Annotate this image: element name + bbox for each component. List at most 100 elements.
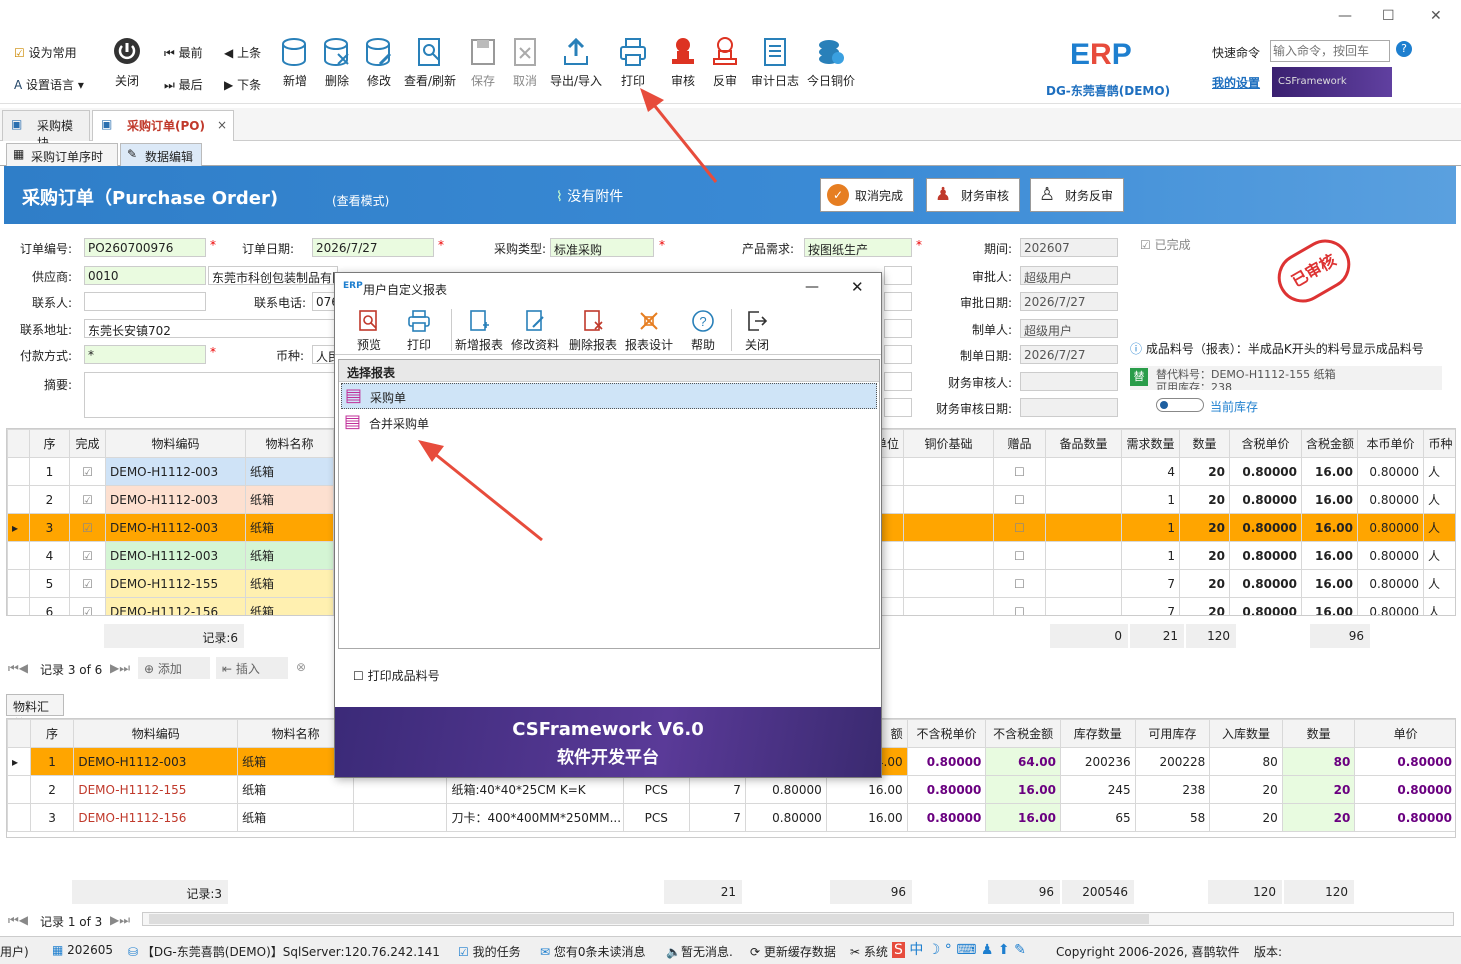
table-cell[interactable]: DEMO-H1112-155 [73,775,239,804]
tab-purchase-module[interactable]: ▣采购模块 [2,110,90,150]
address-field[interactable]: 东莞长安镇702 [84,319,338,338]
table-cell[interactable]: DEMO-H1112-155 [105,569,246,598]
supplier-code-field[interactable]: 0010 [84,266,206,285]
close-button[interactable]: 关闭 [104,36,150,89]
table-cell[interactable]: 4 [29,541,70,570]
status-unread[interactable]: ✉ 您有0条未读消息 [540,943,646,960]
table-cell[interactable]: 0.80000 [1229,513,1302,542]
table-cell[interactable]: 0.80000 [1357,597,1424,615]
table-cell[interactable]: 纸箱 [237,775,355,804]
period-field[interactable]: 202607 [1020,238,1118,257]
set-language-button[interactable]: A 设置语言 ▾ [14,76,84,93]
table-cell[interactable] [1045,569,1122,598]
col-header[interactable]: 含税单价 [1229,429,1302,458]
table-cell[interactable]: PCS [622,775,690,804]
table-cell[interactable]: ☐ [993,485,1046,514]
nav-next-icon[interactable]: ▶⏭ [110,913,130,928]
dialog-close-button[interactable]: 关闭 [729,309,785,353]
table-cell[interactable]: 16.00 [1301,457,1358,486]
table-cell[interactable]: 64.00 [985,747,1061,776]
close-tab-icon[interactable]: × [217,118,227,132]
table-cell[interactable]: 20 [1179,541,1230,570]
audit-button[interactable]: 审核 [660,36,706,89]
table-cell[interactable]: 0.80000 [1357,541,1424,570]
table-cell[interactable]: ☐ [993,513,1046,542]
col-header[interactable]: 物料编码 [73,719,239,748]
maximize-icon[interactable]: ☐ [1382,8,1395,24]
table-cell[interactable]: 0.80000 [744,803,827,832]
table-cell[interactable]: 16.00 [825,775,908,804]
table-cell[interactable]: 纸箱 [245,457,334,486]
table-cell[interactable] [7,597,30,615]
table-cell[interactable]: 2 [29,485,70,514]
table-cell[interactable]: 纸箱:40*40*25CM K=K [446,775,624,804]
table-cell[interactable] [1045,457,1122,486]
col-header[interactable]: 物料编码 [105,429,246,458]
table-cell[interactable]: 0.80000 [1229,457,1302,486]
table-cell[interactable]: ☐ [993,597,1046,615]
table-cell[interactable]: 6 [29,597,70,615]
ime-toolbar-icon[interactable]: S 中 ☽ ° ⌨ ♟ ⬆ ✎ [892,939,1026,959]
table-cell[interactable]: 20 [1209,775,1283,804]
table-cell[interactable] [1045,541,1122,570]
col-header[interactable]: 入库数量 [1209,719,1283,748]
table-cell[interactable]: 0.80000 [1229,597,1302,615]
table-cell[interactable]: 纸箱 [245,541,334,570]
approve-date-field[interactable]: 2026/7/27 [1020,292,1118,311]
col-header[interactable]: 库存数量 [1060,719,1136,748]
table-cell[interactable] [353,775,448,804]
col-header[interactable]: 币种 [1423,429,1455,458]
print-button[interactable]: 打印 [610,36,656,89]
table-cell[interactable]: 0.80000 [1357,485,1424,514]
table-cell[interactable]: 200228 [1134,747,1211,776]
table-cell[interactable]: 16.00 [985,803,1061,832]
table-cell[interactable] [903,569,994,598]
table-cell[interactable] [903,597,994,615]
remark-field[interactable] [84,372,338,418]
table-cell[interactable]: 纸箱 [245,485,334,514]
table-cell[interactable]: 0.80000 [1354,747,1455,776]
horizontal-scrollbar[interactable] [142,912,1454,926]
col-header[interactable]: 赠品 [993,429,1046,458]
add-row-button[interactable]: ⊕ 添加 [138,657,210,679]
table-cell[interactable]: 20 [1179,513,1230,542]
delete-button[interactable]: 删除 [314,36,360,89]
table-cell[interactable]: 0.80000 [906,775,987,804]
help-icon[interactable]: ? [1396,41,1412,57]
tab-material-summary[interactable]: 物料汇总 [6,694,64,731]
table-cell[interactable]: 20 [1179,569,1230,598]
print-product-code-checkbox[interactable]: ☐ 打印成品料号 [353,667,440,684]
table-cell[interactable]: 16.00 [985,775,1061,804]
table-cell[interactable]: ☑ [69,541,106,570]
table-cell[interactable]: 3 [29,513,70,542]
table-cell[interactable]: 16.00 [1301,569,1358,598]
table-cell[interactable]: 0.80000 [1357,569,1424,598]
order-no-field[interactable]: PO260700976 [84,238,206,257]
quick-command-input[interactable] [1270,40,1390,62]
col-header[interactable]: 含税金额 [1301,429,1358,458]
completed-checkbox[interactable]: ☑ 已完成 [1140,236,1191,253]
table-cell[interactable]: 0.80000 [1357,457,1424,486]
table-cell[interactable]: ☑ [69,569,106,598]
save-button[interactable]: 保存 [460,36,506,89]
table-cell[interactable]: 16.00 [1301,513,1358,542]
table-cell[interactable]: 刀卡：400*400MM*250MM... [446,803,624,832]
finance-audit-button[interactable]: ♟ 财务审核 [926,178,1020,212]
fin-audit-date-field[interactable] [1020,398,1118,417]
col-header[interactable]: 本币单价 [1357,429,1424,458]
edit-button[interactable]: 修改 [356,36,402,89]
new-report-button[interactable]: 新增报表 [451,309,507,353]
cancel-complete-button[interactable]: ✓ 取消完成 [820,178,914,212]
close-window-icon[interactable]: ✕ [1430,8,1442,24]
col-header[interactable]: 单价 [1354,719,1455,748]
order-date-field[interactable]: 2026/7/27 [312,238,434,257]
col-header[interactable]: 完成 [69,429,106,458]
audit-log-button[interactable]: 审计日志 [748,36,802,89]
copper-price-button[interactable]: 今日铜价 [804,36,858,89]
dialog-print-button[interactable]: 打印 [391,309,447,353]
col-header[interactable]: 物料名称 [245,429,334,458]
dialog-close-icon[interactable]: ✕ [851,278,864,296]
report-item[interactable]: ▤ 采购单 [341,383,877,409]
tab-order-list[interactable]: ▦采购订单序时簿 [6,143,118,181]
first-button[interactable]: ⏮ 最前 [164,44,203,61]
